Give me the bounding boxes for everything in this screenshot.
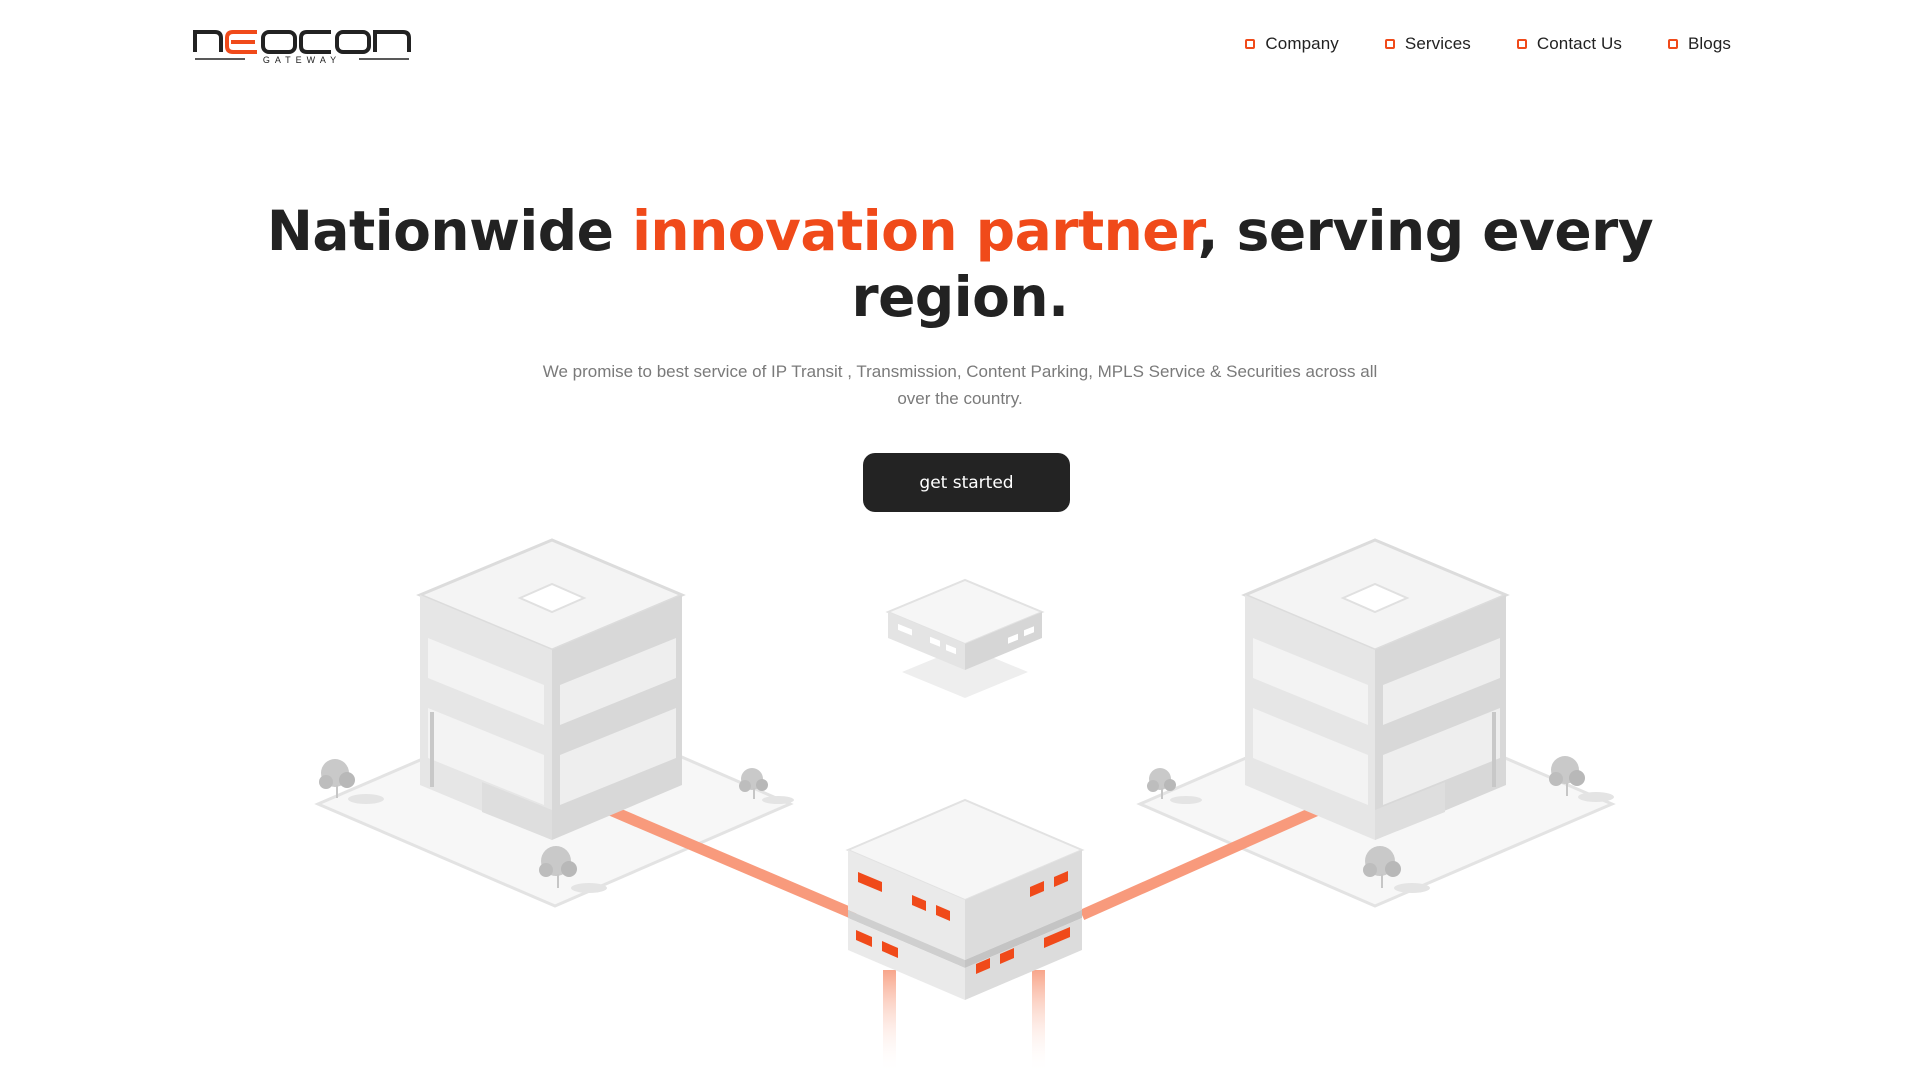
square-bullet-icon	[1516, 39, 1527, 49]
square-bullet-icon	[1245, 39, 1256, 49]
nav-item-blogs[interactable]: Blogs	[1667, 34, 1731, 54]
logo-tagline: GATEWAY	[263, 55, 341, 64]
nav-item-contact-us[interactable]: Contact Us	[1516, 34, 1622, 54]
subtitle-line1: We promise to best service of IP Transit…	[542, 362, 1378, 381]
main-nav: Company Services Contact Us Blogs	[1199, 34, 1731, 54]
nav-item-label: Services	[1404, 34, 1471, 53]
square-bullet-icon	[1384, 39, 1395, 49]
central-server	[845, 798, 1085, 1074]
nav-item-label: Contact Us	[1536, 34, 1622, 53]
headline-part1: Nationwide	[266, 199, 633, 263]
nav-item-services[interactable]: Services	[1384, 34, 1471, 54]
nav-item-company[interactable]: Company	[1245, 34, 1339, 54]
nav-item-label: Blogs	[1687, 34, 1731, 53]
subtitle-line2: over the country.	[897, 389, 1023, 408]
get-started-button[interactable]: get started	[863, 453, 1070, 512]
left-building	[416, 538, 686, 840]
nav-item-label: Company	[1265, 34, 1339, 53]
landing-page: GATEWAY Company Services Contact Us Blog…	[0, 0, 1920, 1074]
floating-server	[885, 578, 1045, 698]
network-illustration	[314, 538, 1616, 1074]
square-bullet-icon	[1667, 39, 1678, 49]
hero-headline: Nationwide innovation partner, serving e…	[0, 198, 1920, 330]
headline-line2: region.	[851, 265, 1069, 329]
headline-accent: innovation partner	[632, 199, 1198, 263]
hero-subtitle: We promise to best service of IP Transit…	[540, 358, 1380, 412]
neocon-logo[interactable]: GATEWAY	[193, 22, 413, 64]
headline-part2: , serving every	[1197, 199, 1654, 263]
right-building	[1241, 538, 1510, 840]
